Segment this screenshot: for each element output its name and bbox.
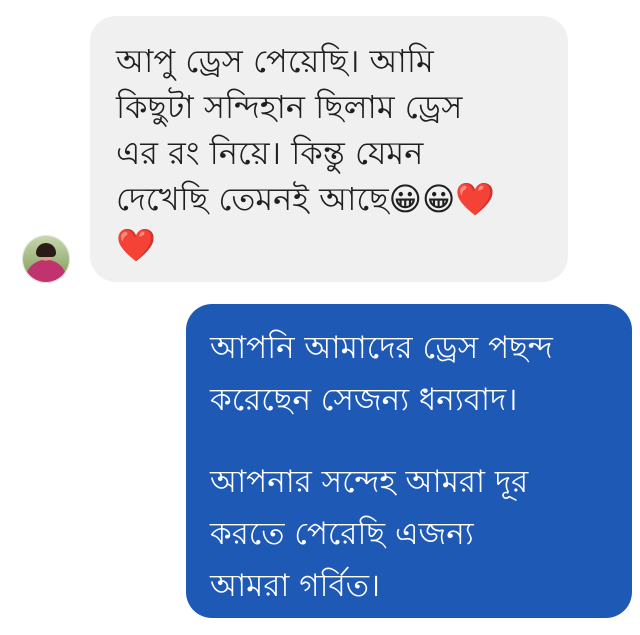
outgoing-line-1: আপনি আমাদের ড্রেস পছন্দ <box>210 330 553 366</box>
outgoing-line-3: আপনার সন্দেহ আমরা দূর <box>210 464 529 500</box>
incoming-line-1: আপু ড্রেস পেয়েছি। আমি <box>116 42 434 80</box>
outgoing-line-4: করতে পেরেছি এজন্য <box>210 516 474 552</box>
outgoing-line-2: করেছেন সেজন্য ধন্যবাদ। <box>210 382 518 418</box>
outgoing-message-bubble[interactable]: আপনি আমাদের ড্রেস পছন্দ করেছেন সেজন্য ধন… <box>186 304 632 618</box>
avatar-hair-shape <box>36 243 56 257</box>
incoming-line-4: দেখেছি তেমনই আছে😀😀❤️ <box>116 180 496 218</box>
message-thread: আপু ড্রেস পেয়েছি। আমি কিছুটা সন্দিহান ছ… <box>0 0 640 635</box>
incoming-line-2: কিছুটা সন্দিহান ছিলাম ড্রেস <box>116 88 463 126</box>
incoming-message-bubble[interactable]: আপু ড্রেস পেয়েছি। আমি কিছুটা সন্দিহান ছ… <box>90 16 568 282</box>
sender-avatar[interactable] <box>22 235 70 283</box>
outgoing-line-5: আমরা গর্বিত। <box>210 568 381 604</box>
incoming-line-5: ❤️ <box>116 226 156 264</box>
incoming-line-3: এর রং নিয়ে। কিন্তু যেমন <box>116 134 424 172</box>
